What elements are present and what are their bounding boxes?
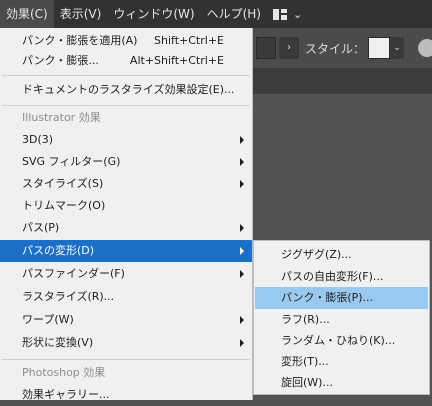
submenu-item-pucker-bloat[interactable]: パンク・膨張(P)... <box>255 287 428 309</box>
chevron-right-icon <box>240 136 244 144</box>
menu-bar: 効果(C) 表示(V) ウィンドウ(W) ヘルプ(H) ⌄ <box>0 0 432 28</box>
workspace-grid-icon <box>272 8 287 20</box>
menu-view[interactable]: 表示(V) <box>54 0 108 28</box>
menu-separator <box>2 359 250 360</box>
menu-item-label: パスの変形(D) <box>22 244 95 257</box>
menu-item-label: ラスタライズ(R)... <box>22 290 115 303</box>
style-swatch[interactable] <box>368 37 390 59</box>
menu-item-pathfinder[interactable]: パスファインダー(F) <box>0 263 252 285</box>
submenu-item-transform[interactable]: 変形(T)... <box>255 351 428 373</box>
section-header-photoshop: Photoshop 効果 <box>22 366 106 379</box>
menu-item-label: 効果ギャラリー... <box>22 388 110 401</box>
menu-item-3d[interactable]: 3D(3) <box>0 129 252 151</box>
menu-item-apply-last-effect[interactable]: パンク・膨張を適用(A) Shift+Ctrl+E <box>0 30 252 52</box>
menu-item-document-raster-settings[interactable]: ドキュメントのラスタライズ効果設定(E)... <box>0 79 252 101</box>
menu-item-label: パス(P) <box>22 221 60 234</box>
menu-item-label: 形状に変換(V) <box>22 336 94 349</box>
menu-help[interactable]: ヘルプ(H) <box>201 0 267 28</box>
menu-item-svg-filter[interactable]: SVG フィルター(G) <box>0 151 252 173</box>
menu-separator <box>2 75 250 76</box>
style-dropdown-icon[interactable]: ⌄ <box>390 37 404 59</box>
menu-item-effect-gallery[interactable]: 効果ギャラリー... <box>0 384 252 406</box>
menu-item-distort-transform[interactable]: パスの変形(D) <box>0 240 252 262</box>
submenu-item-free-distort[interactable]: パスの自由変形(F)... <box>255 266 428 288</box>
submenu-item-tweak[interactable]: ランダム・ひねり(K)... <box>255 330 428 352</box>
effect-menu: パンク・膨張を適用(A) Shift+Ctrl+E パンク・膨張... Alt+… <box>0 28 253 401</box>
shortcut-label: Alt+Shift+Ctrl+E <box>129 54 224 67</box>
menu-item-last-effect[interactable]: パンク・膨張... Alt+Shift+Ctrl+E <box>0 50 252 72</box>
menu-item-label: パンク・膨張... <box>22 54 99 67</box>
style-label: スタイル： <box>305 42 366 56</box>
chevron-right-icon <box>240 224 244 232</box>
chevron-right-icon <box>240 270 244 278</box>
section-header-illustrator: Illustrator 効果 <box>22 111 101 124</box>
chevron-down-icon: ⌄ <box>292 7 303 21</box>
menu-item-convert-to-shape[interactable]: 形状に変換(V) <box>0 332 252 354</box>
menu-item-label: SVG フィルター(G) <box>22 155 121 168</box>
workspace-switcher[interactable]: ⌄ <box>272 7 303 21</box>
menu-item-warp[interactable]: ワープ(W) <box>0 309 252 331</box>
chevron-right-icon <box>240 158 244 166</box>
chevron-right-icon <box>240 247 244 255</box>
menu-separator <box>2 105 250 106</box>
menu-item-label: スタイライズ(S) <box>22 177 104 190</box>
shortcut-label: Shift+Ctrl+E <box>154 34 224 47</box>
distort-transform-submenu: ジグザグ(Z)... パスの自由変形(F)... パンク・膨張(P)... ラフ… <box>253 240 430 395</box>
menu-item-label: 3D(3) <box>22 133 54 146</box>
chevron-right-icon <box>240 180 244 188</box>
menu-item-path[interactable]: パス(P) <box>0 217 252 239</box>
menu-item-label: パスファインダー(F) <box>22 267 125 280</box>
menu-item-label: ドキュメントのラスタライズ効果設定(E)... <box>22 83 235 96</box>
submenu-item-zigzag[interactable]: ジグザグ(Z)... <box>255 244 428 266</box>
control-field[interactable] <box>256 37 276 59</box>
globe-icon[interactable] <box>418 39 432 57</box>
menu-item-label: トリムマーク(O) <box>22 199 106 212</box>
menu-effect[interactable]: 効果(C) <box>0 0 54 28</box>
menu-item-stylize[interactable]: スタイライズ(S) <box>0 173 252 195</box>
menu-item-label: ワープ(W) <box>22 313 74 326</box>
menu-window[interactable]: ウィンドウ(W) <box>107 0 200 28</box>
menu-item-trim-marks[interactable]: トリムマーク(O) <box>0 195 252 217</box>
chevron-right-icon <box>240 339 244 347</box>
menu-item-rasterize[interactable]: ラスタライズ(R)... <box>0 286 252 308</box>
chevron-right-icon <box>240 316 244 324</box>
chevron-right-icon[interactable]: › <box>279 37 299 59</box>
submenu-item-twist[interactable]: 旋回(W)... <box>255 372 428 394</box>
menu-item-label: パンク・膨張を適用(A) <box>22 34 138 47</box>
submenu-item-roughen[interactable]: ラフ(R)... <box>255 309 428 331</box>
